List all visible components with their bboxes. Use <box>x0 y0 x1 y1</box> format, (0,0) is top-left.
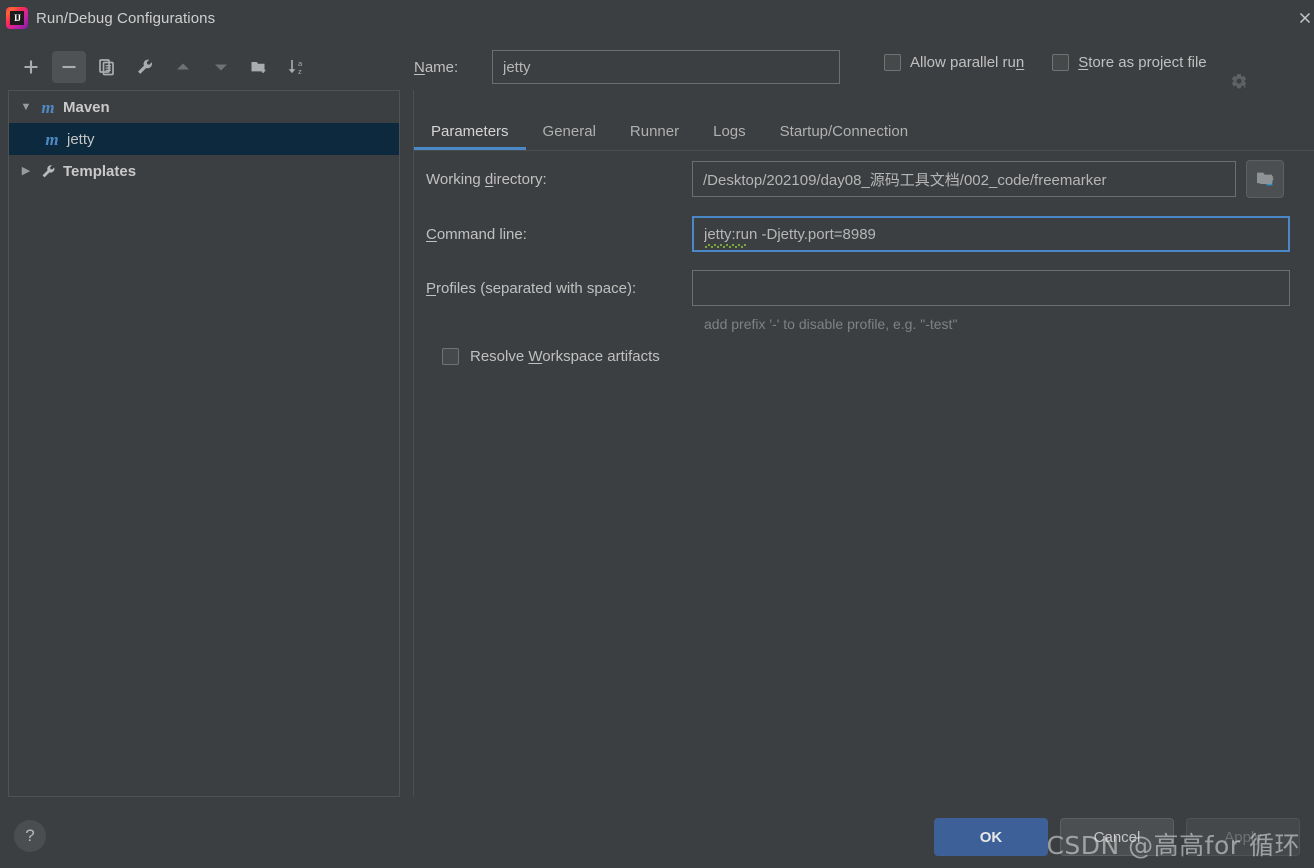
configuration-tabs: Parameters General Runner Logs Startup/C… <box>414 112 1314 150</box>
header-options: Allow parallel run Store as project file <box>884 54 1246 89</box>
tree-node-label: Templates <box>63 162 137 180</box>
checkbox-box[interactable] <box>442 348 459 365</box>
configuration-name-input[interactable] <box>492 50 840 84</box>
working-directory-field-shell <box>692 160 1284 198</box>
working-directory-label: Working directory: <box>426 170 547 188</box>
tab-general[interactable]: General <box>526 112 613 150</box>
working-directory-mnemonic: d <box>484 170 494 188</box>
tab-parameters[interactable]: Parameters <box>414 112 526 150</box>
tab-startup-connection[interactable]: Startup/Connection <box>763 112 925 150</box>
tree-node-maven[interactable]: ▼ m Maven <box>9 91 399 123</box>
apply-button: Apply <box>1186 818 1300 856</box>
profiles-field-shell <box>692 270 1290 306</box>
tab-label: Parameters <box>431 122 509 140</box>
dialog-titlebar: IJ Run/Debug Configurations <box>0 0 1314 36</box>
name-label-rest: ame: <box>424 58 459 76</box>
remove-configuration-button[interactable] <box>52 51 86 83</box>
tab-label: General <box>542 122 596 140</box>
wrench-icon <box>37 161 59 181</box>
svg-text:z: z <box>298 67 302 76</box>
profiles-hint: add prefix '-' to disable profile, e.g. … <box>704 316 958 332</box>
folder-open-icon[interactable] <box>1256 170 1276 188</box>
new-folder-button[interactable] <box>242 51 276 83</box>
profiles-label: Profiles (separated with space): <box>426 279 637 297</box>
profiles-mnemonic: P <box>426 279 437 297</box>
tree-node-jetty[interactable]: m jetty <box>9 123 399 155</box>
help-button-label: ? <box>25 826 35 845</box>
sort-configurations-button[interactable]: a z <box>280 51 314 83</box>
tab-label: Logs <box>713 122 746 140</box>
close-icon[interactable] <box>1292 6 1314 30</box>
working-directory-input[interactable] <box>692 161 1236 197</box>
dialog-title: Run/Debug Configurations <box>36 9 216 27</box>
tab-label: Startup/Connection <box>779 122 909 140</box>
configurations-tree[interactable]: ▼ m Maven m jetty ▶ Templates <box>8 90 400 797</box>
move-down-button[interactable] <box>204 51 238 83</box>
apply-button-label: Apply <box>1224 828 1262 846</box>
configuration-editor-pane: Name: Allow parallel run Store as projec… <box>414 40 1314 800</box>
store-as-project-file-checkbox[interactable]: Store as project file <box>1052 54 1207 71</box>
profiles-input[interactable] <box>692 270 1290 306</box>
tab-label: Runner <box>629 122 680 140</box>
tab-runner[interactable]: Runner <box>613 112 696 150</box>
ok-button-label: OK <box>979 828 1003 846</box>
store-as-project-file-label: Store as project file <box>1078 54 1207 71</box>
command-line-input[interactable] <box>692 216 1290 252</box>
cancel-button[interactable]: Cancel <box>1060 818 1174 856</box>
command-line-row: Command line: <box>414 216 1314 252</box>
maven-m-icon: m <box>41 97 55 117</box>
move-up-button[interactable] <box>166 51 200 83</box>
command-line-mnemonic: C <box>426 225 437 243</box>
checkbox-box[interactable] <box>884 54 901 71</box>
parameters-form: Working directory: /Desktop/202109/day08… <box>414 160 1314 365</box>
name-label: Name: <box>414 59 492 76</box>
tree-node-label: jetty <box>67 130 95 148</box>
run-debug-configurations-dialog: IJ Run/Debug Configurations a z ▼ m Mave… <box>0 0 1314 868</box>
gear-dropdown-icon[interactable] <box>1227 70 1251 94</box>
checkbox-box[interactable] <box>1052 54 1070 71</box>
maven-m-icon: m <box>45 129 59 149</box>
configurations-toolbar: a z <box>0 46 414 88</box>
profiles-row: Profiles (separated with space): <box>414 270 1314 306</box>
chevron-down-icon[interactable]: ▼ <box>15 96 37 118</box>
command-line-label: Command line: <box>426 225 527 243</box>
resolve-workspace-artifacts-mnemonic: W <box>528 348 543 365</box>
working-directory-row: Working directory: <box>414 160 1314 198</box>
allow-parallel-run-label: Allow parallel run <box>910 54 1025 71</box>
tree-node-label: Maven <box>63 98 110 116</box>
copy-configuration-button[interactable] <box>90 51 124 83</box>
tabs-divider <box>414 150 1314 151</box>
store-as-project-file-mnemonic: S <box>1078 54 1089 71</box>
tab-logs[interactable]: Logs <box>696 112 763 150</box>
chevron-right-icon[interactable]: ▶ <box>15 160 37 182</box>
ok-button[interactable]: OK <box>934 818 1048 856</box>
dialog-buttons: OK Cancel Apply <box>922 818 1300 856</box>
add-configuration-button[interactable] <box>14 51 48 83</box>
intellij-idea-logo-icon: IJ <box>6 7 28 29</box>
resolve-workspace-artifacts-checkbox[interactable]: Resolve Workspace artifacts <box>414 348 1314 365</box>
name-label-mnemonic: N <box>414 58 425 76</box>
resolve-workspace-artifacts-label: Resolve Workspace artifacts <box>470 348 660 365</box>
command-line-field-shell <box>692 216 1290 252</box>
edit-templates-wrench-icon[interactable] <box>128 51 162 83</box>
allow-parallel-run-checkbox[interactable]: Allow parallel run <box>884 54 1024 71</box>
name-row: Name: <box>414 50 840 84</box>
allow-parallel-run-mnemonic: n <box>1015 54 1025 71</box>
cancel-button-label: Cancel <box>1093 828 1141 846</box>
tree-node-templates[interactable]: ▶ Templates <box>9 155 399 187</box>
help-button[interactable]: ? <box>14 820 46 852</box>
